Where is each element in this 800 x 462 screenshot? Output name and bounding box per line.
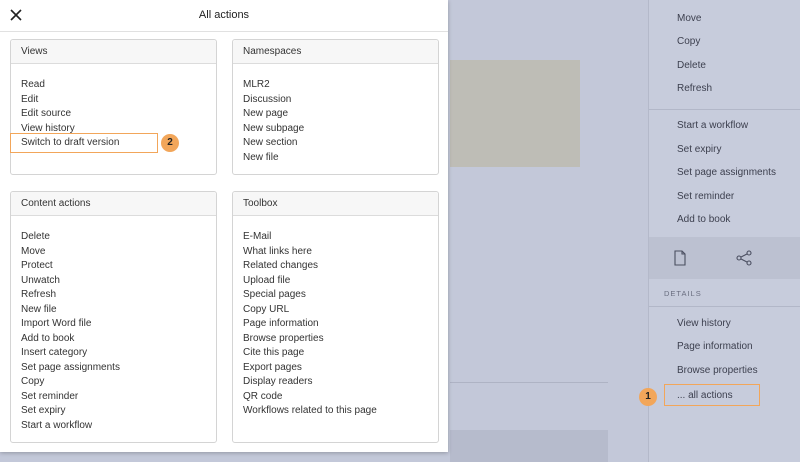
sidebar-divider (649, 306, 800, 307)
sidebar-details-heading: DETAILS (664, 289, 702, 298)
action-copy[interactable]: Copy (21, 375, 120, 390)
action-related-changes[interactable]: Related changes (243, 259, 377, 274)
toolbox-panel-title: Toolbox (233, 192, 438, 216)
action-delete[interactable]: Delete (21, 230, 120, 245)
content-actions-panel: Content actions Delete Move Protect Unwa… (10, 191, 217, 443)
dialog-header: All actions (0, 0, 448, 32)
action-special-pages[interactable]: Special pages (243, 288, 377, 303)
action-edit-source[interactable]: Edit source (21, 107, 119, 122)
share-icon[interactable] (735, 249, 753, 267)
action-new-section[interactable]: New section (243, 136, 304, 151)
background-divider (450, 382, 608, 383)
action-new-file[interactable]: New file (243, 151, 304, 166)
sidebar-item-set-expiry[interactable]: Set expiry (677, 144, 721, 155)
action-workflows-related[interactable]: Workflows related to this page (243, 404, 377, 419)
action-copy-url[interactable]: Copy URL (243, 303, 377, 318)
toolbox-panel: Toolbox E-Mail What links here Related c… (232, 191, 439, 443)
action-set-expiry[interactable]: Set expiry (21, 404, 120, 419)
namespaces-list: MLR2 Discussion New page New subpage New… (243, 78, 304, 165)
action-qr-code[interactable]: QR code (243, 390, 377, 405)
sidebar-item-set-page-assignments[interactable]: Set page assignments (677, 167, 776, 178)
action-new-file[interactable]: New file (21, 303, 120, 318)
action-mlr2[interactable]: MLR2 (243, 78, 304, 93)
right-sidebar: Move Copy Delete Refresh Start a workflo… (648, 0, 800, 462)
callout-badge-1: 1 (639, 388, 657, 406)
action-what-links-here[interactable]: What links here (243, 245, 377, 260)
sidebar-item-page-information[interactable]: Page information (677, 341, 753, 352)
sidebar-item-browse-properties[interactable]: Browse properties (677, 365, 758, 376)
action-display-readers[interactable]: Display readers (243, 375, 377, 390)
action-import-word-file[interactable]: Import Word file (21, 317, 120, 332)
action-add-to-book[interactable]: Add to book (21, 332, 120, 347)
background-bar (450, 430, 608, 462)
views-panel: Views Read Edit Edit source View history… (10, 39, 217, 175)
sidebar-item-view-history[interactable]: View history (677, 318, 731, 329)
sidebar-icon-bar (649, 237, 800, 279)
sidebar-item-start-workflow[interactable]: Start a workflow (677, 120, 748, 131)
callout-badge-2: 2 (161, 134, 179, 152)
sidebar-item-copy[interactable]: Copy (677, 36, 700, 47)
content-actions-panel-title: Content actions (11, 192, 216, 216)
sidebar-item-move[interactable]: Move (677, 13, 701, 24)
action-refresh[interactable]: Refresh (21, 288, 120, 303)
switch-to-draft-highlight (10, 133, 158, 153)
action-page-information[interactable]: Page information (243, 317, 377, 332)
action-upload-file[interactable]: Upload file (243, 274, 377, 289)
action-set-page-assignments[interactable]: Set page assignments (21, 361, 120, 376)
action-edit[interactable]: Edit (21, 93, 119, 108)
sidebar-item-refresh[interactable]: Refresh (677, 83, 712, 94)
action-cite-this-page[interactable]: Cite this page (243, 346, 377, 361)
action-start-workflow[interactable]: Start a workflow (21, 419, 120, 434)
sidebar-item-set-reminder[interactable]: Set reminder (677, 191, 734, 202)
document-icon[interactable] (671, 249, 689, 267)
action-discussion[interactable]: Discussion (243, 93, 304, 108)
action-email[interactable]: E-Mail (243, 230, 377, 245)
action-new-subpage[interactable]: New subpage (243, 122, 304, 137)
action-set-reminder[interactable]: Set reminder (21, 390, 120, 405)
action-insert-category[interactable]: Insert category (21, 346, 120, 361)
views-panel-title: Views (11, 40, 216, 64)
namespaces-panel-title: Namespaces (233, 40, 438, 64)
action-move[interactable]: Move (21, 245, 120, 260)
action-unwatch[interactable]: Unwatch (21, 274, 120, 289)
background-image-placeholder (450, 60, 580, 167)
sidebar-item-delete[interactable]: Delete (677, 60, 706, 71)
sidebar-item-add-to-book[interactable]: Add to book (677, 214, 730, 225)
dialog-title: All actions (198, 9, 250, 21)
content-actions-list: Delete Move Protect Unwatch Refresh New … (21, 230, 120, 433)
sidebar-item-all-actions[interactable]: ... all actions (677, 390, 733, 401)
toolbox-list: E-Mail What links here Related changes U… (243, 230, 377, 419)
all-actions-highlight: ... all actions (664, 384, 760, 406)
action-new-page[interactable]: New page (243, 107, 304, 122)
action-protect[interactable]: Protect (21, 259, 120, 274)
action-browse-properties[interactable]: Browse properties (243, 332, 377, 347)
namespaces-panel: Namespaces MLR2 Discussion New page New … (232, 39, 439, 175)
action-read[interactable]: Read (21, 78, 119, 93)
action-export-pages[interactable]: Export pages (243, 361, 377, 376)
sidebar-divider (649, 109, 800, 110)
all-actions-dialog: All actions Views Read Edit Edit source … (0, 0, 448, 452)
